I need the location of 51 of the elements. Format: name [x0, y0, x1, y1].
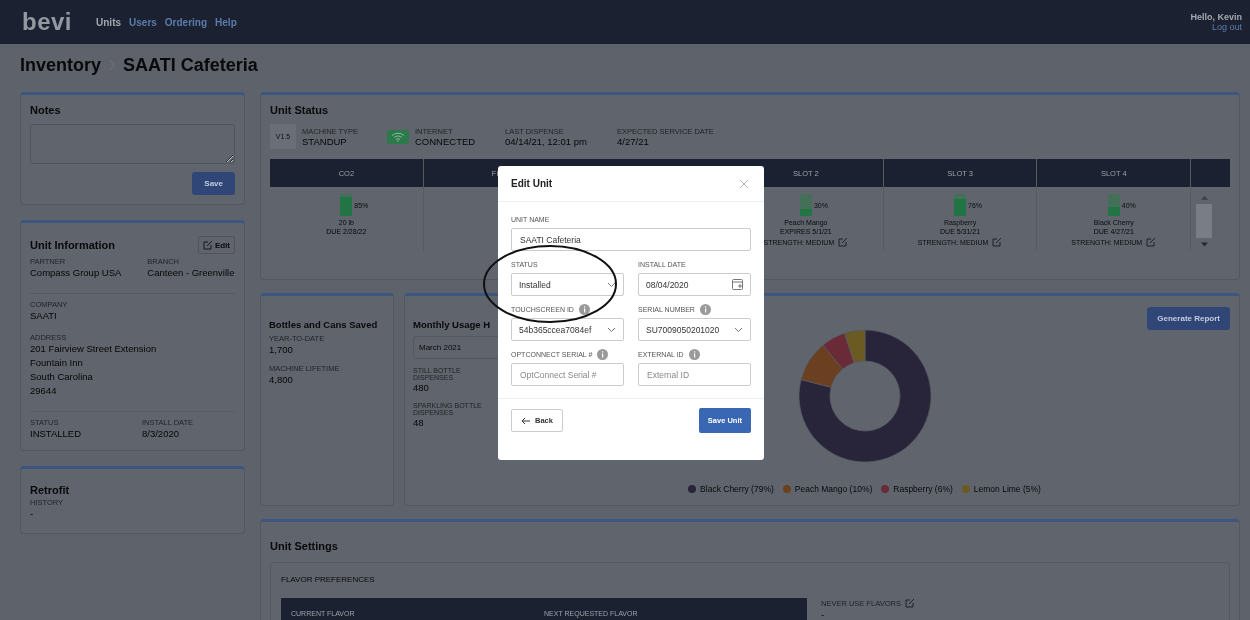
- field-value: -: [30, 507, 35, 521]
- field-value: -: [821, 608, 826, 620]
- section-title: FLAVOR PREFERENCES: [281, 575, 376, 584]
- card-title: Monthly Usage H: [413, 319, 492, 330]
- logo[interactable]: bevi: [22, 8, 73, 36]
- field-value: 4,800: [269, 373, 294, 387]
- dialog-title: Edit Unit: [511, 178, 553, 189]
- field-value: STANDUP: [302, 135, 348, 147]
- input-field[interactable]: SAATI Cafeteria: [511, 228, 751, 251]
- card-title: Retrofit: [30, 484, 71, 496]
- nav-link[interactable]: Help: [215, 16, 237, 28]
- card-title: Unit Settings: [270, 540, 339, 552]
- input-field[interactable]: External ID: [638, 363, 751, 386]
- field-value: 1,700: [269, 343, 294, 357]
- input-field[interactable]: OptConnect Serial #: [511, 363, 624, 386]
- save-button[interactable]: Save: [192, 172, 235, 195]
- nav-link[interactable]: Units: [96, 16, 122, 28]
- dropdown[interactable]: SU7009050201020: [638, 318, 751, 341]
- field-value: Compass Group USA: [30, 266, 122, 280]
- card-title: Unit Information: [30, 239, 115, 251]
- greeting-text: Hello, Kevin: [1190, 12, 1242, 22]
- field-value: INSTALLED: [30, 427, 83, 441]
- field-value: 48: [413, 416, 425, 430]
- legend-label: Raspberry (6%): [893, 484, 953, 494]
- edit-button[interactable]: Edit: [197, 236, 235, 254]
- nav-link[interactable]: Ordering: [164, 16, 208, 28]
- field-value: South Carolina: [30, 370, 94, 384]
- nav-link[interactable]: Users: [129, 16, 157, 28]
- field-value: 480: [413, 381, 430, 395]
- field-value: 04/14/21, 12:01 pm: [505, 135, 587, 147]
- breadcrumb-link[interactable]: Inventory: [20, 54, 102, 76]
- field-value: Canteen - Greenville: [147, 266, 235, 280]
- legend-label: Lemon Lime (5%): [973, 484, 1041, 494]
- generate-report-button[interactable]: Generate Report: [1147, 307, 1230, 330]
- dropdown[interactable]: 54b365ccea7084ef: [511, 318, 624, 341]
- card-title: Bottles and Cans Saved: [269, 319, 379, 330]
- field-value: 8/3/2020: [142, 427, 180, 441]
- card-title: Unit Status: [270, 104, 330, 116]
- field-value: 29644: [30, 384, 58, 398]
- logout-link[interactable]: Log out: [1211, 22, 1242, 32]
- field-value: Fountain Inn: [30, 356, 84, 370]
- page-title: SAATI Cafeteria: [123, 54, 258, 76]
- dropdown[interactable]: Installed: [511, 273, 624, 296]
- card-title: Notes: [30, 104, 62, 116]
- field-value: 4/27/21: [617, 135, 650, 147]
- legend-label: Peach Mango (10%): [794, 484, 873, 494]
- field-value: 201 Fairview Street Extension: [30, 342, 157, 356]
- legend-label: Black Cherry (79%): [700, 484, 774, 494]
- field-value: SAATI: [30, 309, 58, 323]
- field-value: CONNECTED: [415, 135, 476, 147]
- date-field[interactable]: 08/04/2020: [638, 273, 751, 296]
